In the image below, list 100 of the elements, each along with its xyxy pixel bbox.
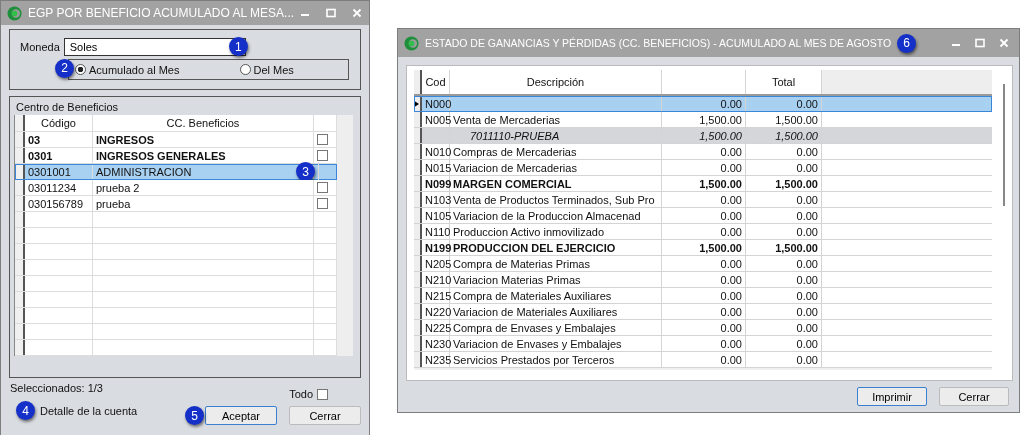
- dialog-button[interactable]: Aceptar: [205, 406, 277, 425]
- report-row[interactable]: N210Variacion Materias Primas 0.00 0.00: [414, 272, 992, 288]
- table-cell: N000: [422, 96, 450, 111]
- grid-row[interactable]: 03011234 prueba 2: [15, 180, 337, 196]
- table-cell: 0.00: [746, 304, 822, 319]
- table-cell: Variacion de Envases y Embalajes: [450, 336, 662, 351]
- radio-label[interactable]: Del Mes: [253, 63, 294, 76]
- table-cell: N220: [422, 304, 450, 319]
- table-cell: 1,500.00: [662, 240, 746, 255]
- column-header: Descripción: [450, 70, 662, 94]
- grid-row[interactable]: 0301001 ADMINISTRACION 3: [15, 164, 337, 180]
- callout-badge: 6: [897, 33, 917, 53]
- table-cell: Venta de Productos Terminados, Sub Pro: [450, 192, 662, 207]
- table-cell: N205: [422, 256, 450, 271]
- table-cell: 1,500.00: [662, 128, 746, 143]
- dialog-button[interactable]: Cerrar: [289, 406, 361, 425]
- table-cell: Venta de Mercaderias: [450, 112, 662, 127]
- grid-row[interactable]: 030156789 prueba: [15, 196, 337, 212]
- table-cell: 0.00: [746, 352, 822, 367]
- dialog-button[interactable]: Imprimir: [857, 387, 927, 406]
- checkbox-label: Detalle de la cuenta: [40, 405, 138, 417]
- report-row[interactable]: N230Variacion de Envases y Embalajes 0.00 0.00: [414, 336, 992, 352]
- table-cell: 7011110-PRUEBA: [450, 128, 662, 143]
- table-cell: Compra de Materiales Auxiliares: [450, 288, 662, 303]
- grid-row[interactable]: 0301 INGRESOS GENERALES: [15, 148, 337, 164]
- table-cell: 0.00: [662, 320, 746, 335]
- report-row[interactable]: N220Variacion de Materiales Auxiliares 0.00 0.00: [414, 304, 992, 320]
- table-cell: Compra de Materias Primas: [450, 256, 662, 271]
- table-cell: 0.00: [662, 96, 746, 111]
- table-cell: Variacion de Mercaderias: [450, 160, 662, 175]
- report-row[interactable]: N199PRODUCCION DEL EJERCICIO 1,500.00 1,500.00: [414, 240, 992, 256]
- table-cell: N235: [422, 352, 450, 367]
- table-cell: 0.00: [662, 304, 746, 319]
- field-label: Moneda: [20, 41, 60, 53]
- table-cell: N210: [422, 272, 450, 287]
- table-cell: MARGEN COMERCIAL: [450, 176, 662, 191]
- table-cell: 0.00: [662, 288, 746, 303]
- table-cell: 0.00: [662, 144, 746, 159]
- table-cell: 0.00: [662, 272, 746, 287]
- report-row[interactable]: N000 0.00 0.00: [414, 96, 992, 112]
- table-cell: 1,500.00: [662, 112, 746, 127]
- column-header: Código: [25, 115, 93, 131]
- table-cell: INGRESOS: [93, 132, 314, 147]
- table-cell: 1,500.00: [746, 128, 822, 143]
- report-row[interactable]: N005Venta de Mercaderias 1,500.00 1,500.00: [414, 112, 992, 128]
- table-cell: Produccion Activo inmovilizado: [450, 224, 662, 239]
- table-cell: 0.00: [746, 208, 822, 223]
- table-cell: Compras de Mercaderias: [450, 144, 662, 159]
- table-cell: 0.00: [662, 336, 746, 351]
- table-cell: 030156789: [25, 196, 93, 211]
- table-cell: 0.00: [746, 192, 822, 207]
- callout-badge: 4: [16, 401, 35, 420]
- window-title: EGP POR BENEFICIO ACUMULADO AL MESA...: [28, 6, 295, 20]
- report-row[interactable]: N225Compra de Envases y Embalajes 0.00 0.00: [414, 320, 992, 336]
- report-row[interactable]: 7011110-PRUEBA 1,500.00 1,500.00: [414, 128, 992, 144]
- report-row[interactable]: N099MARGEN COMERCIAL 1,500.00 1,500.00: [414, 176, 992, 192]
- table-cell: 0.00: [746, 320, 822, 335]
- table-cell: 1,500.00: [662, 176, 746, 191]
- table-cell: 1,500.00: [746, 112, 822, 127]
- report-row[interactable]: N215Compra de Materiales Auxiliares 0.00 0.00: [414, 288, 992, 304]
- table-cell: N015: [422, 160, 450, 175]
- window-title: ESTADO DE GANANCIAS Y PÉRDIDAS (CC. BENEFICIOS) - ACUMULADO AL MES DE AGOSTO: [425, 37, 892, 49]
- radio-label[interactable]: Acumulado al Mes: [89, 63, 180, 76]
- report-row[interactable]: N110 Produccion Activo inmovilizado 0.00 0.00: [414, 224, 992, 240]
- table-cell: 03011234: [25, 180, 93, 195]
- selection-count: Seleccionados: 1/3: [10, 382, 103, 396]
- column-header: CC. Beneficios: [93, 115, 314, 131]
- table-cell: Servicios Prestados por Terceros: [450, 352, 662, 367]
- table-cell: PRODUCCION DEL EJERCICIO: [450, 240, 662, 255]
- report-row[interactable]: N205Compra de Materias Primas 0.00 0.00: [414, 256, 992, 272]
- report-row[interactable]: N105Variacion de la Produccion Almacenad 0.00 0.00: [414, 208, 992, 224]
- table-cell: 0.00: [662, 352, 746, 367]
- table-cell: 0.00: [746, 272, 822, 287]
- table-cell: N099: [422, 176, 450, 191]
- column-header: Cod: [422, 70, 450, 94]
- table-cell: 0.00: [746, 256, 822, 271]
- table-cell: prueba 2: [93, 180, 314, 195]
- table-cell: N005: [422, 112, 450, 127]
- callout-badge: 2: [55, 58, 74, 78]
- table-cell: 1,500.00: [746, 176, 822, 191]
- callout-badge: 5: [185, 406, 204, 425]
- report-row[interactable]: N010Compras de Mercaderias 0.00 0.00: [414, 144, 992, 160]
- report-row[interactable]: N103Venta de Productos Terminados, Sub Pro 0.00 0.00: [414, 192, 992, 208]
- table-cell: 0.00: [746, 336, 822, 351]
- dialog-button[interactable]: Cerrar: [939, 387, 1009, 406]
- table-cell: 0.00: [662, 192, 746, 207]
- table-cell: Variacion de Materiales Auxiliares: [450, 304, 662, 319]
- table-cell: 0.00: [746, 160, 822, 175]
- table-cell: N105: [422, 208, 450, 223]
- checkbox-label: Todo: [289, 388, 313, 400]
- table-cell: 0.00: [746, 96, 822, 111]
- table-cell: 1,500.00: [746, 240, 822, 255]
- table-cell: Variacion de la Produccion Almacenad: [450, 208, 662, 223]
- table-cell: N110: [422, 224, 450, 239]
- grid-row[interactable]: 03 INGRESOS: [15, 132, 337, 148]
- table-cell: 0.00: [662, 256, 746, 271]
- table-cell: 0.00: [662, 208, 746, 223]
- report-row[interactable]: N015Variacion de Mercaderias 0.00 0.00: [414, 160, 992, 176]
- table-cell: N230: [422, 336, 450, 351]
- report-row[interactable]: N235Servicios Prestados por Terceros 0.00 0.00: [414, 352, 992, 368]
